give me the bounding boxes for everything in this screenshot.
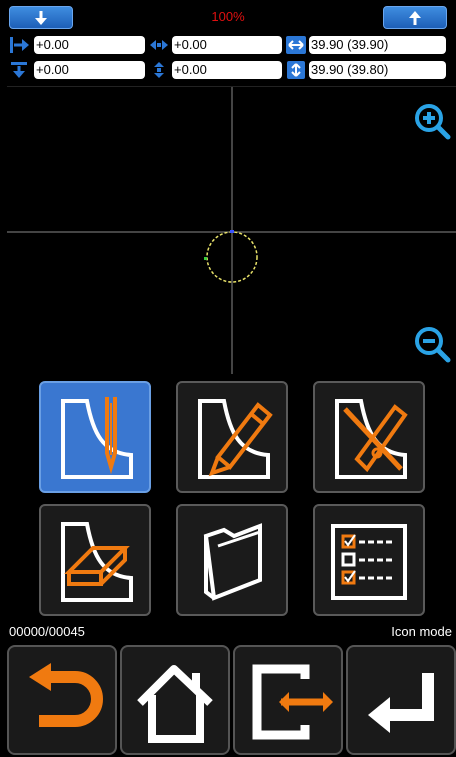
- checklist-button[interactable]: [313, 504, 425, 616]
- vertical-move-icon: [154, 62, 164, 78]
- width-icon: [286, 36, 306, 54]
- cut-icon: [335, 399, 408, 479]
- erase-tool-button[interactable]: [39, 504, 151, 616]
- horizontal-move-icon: [150, 40, 168, 50]
- needle-marker: [204, 257, 207, 260]
- zoom-out-icon[interactable]: [412, 324, 452, 364]
- home-icon: [137, 665, 213, 743]
- left-offset-icon: [10, 37, 29, 53]
- top-bar: 100%: [0, 0, 456, 31]
- sewing-tool-button[interactable]: [39, 381, 151, 493]
- field-row-1: +0.00 +0.00 39.90 (39.90): [0, 35, 456, 59]
- height-icon: [287, 61, 305, 79]
- mode-label: Icon mode: [391, 624, 452, 639]
- eraser-icon: [61, 522, 133, 602]
- height-field[interactable]: 39.90 (39.80): [309, 61, 446, 79]
- canvas-drawing: [7, 87, 456, 374]
- zoom-in-icon[interactable]: [412, 101, 452, 141]
- folder-icon: [203, 523, 262, 601]
- switch-button[interactable]: [233, 645, 343, 755]
- left-offset-field[interactable]: +0.00: [34, 36, 145, 54]
- start-marker: [230, 230, 234, 233]
- arrow-up-icon: [409, 10, 421, 25]
- back-button[interactable]: [7, 645, 117, 755]
- cut-tool-button[interactable]: [313, 381, 425, 493]
- pattern-canvas[interactable]: [7, 86, 456, 374]
- home-button[interactable]: [120, 645, 230, 755]
- page-up-button[interactable]: [383, 6, 447, 29]
- switch-icon: [252, 664, 333, 740]
- field-row-2: +0.00 +0.00 39.90 (39.80): [0, 59, 456, 83]
- bottom-offset-icon: [11, 62, 27, 78]
- vertical-move-field[interactable]: +0.00: [172, 61, 282, 79]
- enter-icon: [368, 673, 434, 733]
- back-icon: [29, 663, 103, 727]
- stitch-counter: 00000/00045: [9, 624, 85, 639]
- open-folder-button[interactable]: [176, 504, 288, 616]
- checklist-icon: [331, 524, 407, 600]
- enter-button[interactable]: [346, 645, 456, 755]
- bottom-offset-field[interactable]: +0.00: [34, 61, 145, 79]
- width-field[interactable]: 39.90 (39.90): [309, 36, 446, 54]
- horizontal-move-field[interactable]: +0.00: [172, 36, 282, 54]
- pencil-icon: [198, 399, 273, 479]
- draw-tool-button[interactable]: [176, 381, 288, 493]
- needle-icon: [61, 397, 133, 479]
